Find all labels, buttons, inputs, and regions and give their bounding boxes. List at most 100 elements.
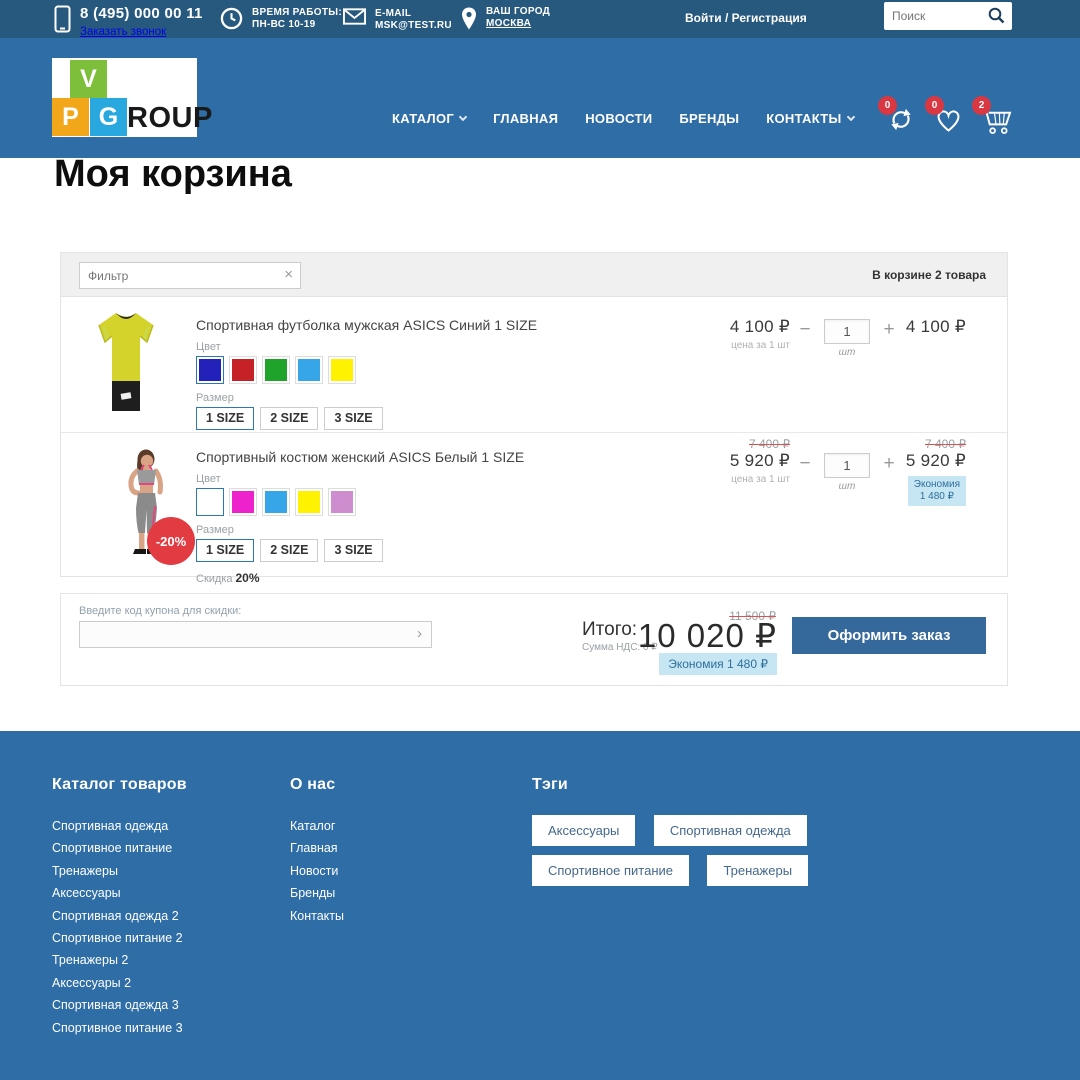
footer-link[interactable]: Тренажеры 2 (52, 949, 187, 971)
hours-value: ПН-ВС 10-19 (252, 19, 342, 31)
size-options: 1 SIZE 2 SIZE 3 SIZE (196, 407, 537, 430)
envelope-icon (343, 8, 366, 25)
color-swatch[interactable] (328, 356, 356, 384)
color-swatch[interactable] (328, 488, 356, 516)
product-title[interactable]: Спортивная футболка мужская ASICS Синий … (196, 317, 537, 333)
logo-block-v: V (70, 60, 107, 98)
size-option[interactable]: 2 SIZE (260, 539, 318, 562)
size-option[interactable]: 1 SIZE (196, 539, 254, 562)
qty-increase-button[interactable]: + (874, 453, 904, 475)
clear-filter-icon[interactable]: × (284, 266, 293, 283)
email-link[interactable]: MSK@TEST.RU (375, 20, 452, 31)
row-total-price: 5 920 ₽ (904, 451, 966, 471)
cart-item-row: -20% Спортивный костюм женский ASICS Бел… (61, 433, 1007, 576)
main-nav: КАТАЛОГ ГЛАВНАЯ НОВОСТИ БРЕНДЫ КОНТАКТЫ (392, 111, 854, 126)
footer-link[interactable]: Тренажеры (52, 860, 187, 882)
qty-decrease-button[interactable]: − (790, 319, 820, 341)
coupon-input[interactable] (88, 622, 413, 647)
color-swatch[interactable] (262, 488, 290, 516)
cart-button[interactable]: 2 (980, 96, 1014, 134)
checkout-button[interactable]: Оформить заказ (792, 617, 986, 654)
topbar: 8 (495) 000 00 11 Заказать звонок ВРЕМЯ … (0, 0, 1080, 38)
compare-button[interactable]: 0 (886, 96, 920, 134)
footer: Каталог товаров Спортивная одежда Спорти… (0, 731, 1080, 1080)
color-swatch[interactable] (295, 356, 323, 384)
logo-block-p: P (52, 98, 89, 136)
economy-badge: Экономия1 480 ₽ (908, 476, 966, 506)
footer-link[interactable]: Аксессуары (52, 882, 187, 904)
nav-news[interactable]: НОВОСТИ (585, 111, 652, 126)
wishlist-button[interactable]: 0 (933, 96, 967, 134)
footer-link[interactable]: Каталог (290, 815, 344, 837)
color-label: Цвет (196, 473, 524, 485)
qty-input[interactable] (824, 319, 870, 344)
size-option[interactable]: 3 SIZE (324, 539, 382, 562)
qty-unit-label: шт (820, 347, 874, 358)
tag-chip[interactable]: Спортивное питание (532, 855, 689, 886)
footer-link[interactable]: Главная (290, 837, 344, 859)
color-swatch[interactable] (229, 356, 257, 384)
footer-link[interactable]: Спортивное питание 2 (52, 927, 187, 949)
product-info: Спортивный костюм женский ASICS Белый 1 … (196, 449, 524, 585)
mobile-phone-icon (54, 5, 71, 33)
product-photo-tshirt[interactable] (91, 309, 161, 419)
work-hours-block: ВРЕМЯ РАБОТЫ: ПН-ВС 10-19 (220, 7, 342, 31)
tag-chip[interactable]: Тренажеры (707, 855, 808, 886)
nav-brands[interactable]: БРЕНДЫ (679, 111, 739, 126)
logo[interactable]: V P G ROUP (52, 58, 197, 137)
callback-link[interactable]: Заказать звонок (80, 26, 166, 38)
email-label: E-MAIL (375, 8, 452, 20)
compare-count-badge: 0 (878, 96, 897, 115)
page: 8 (495) 000 00 11 Заказать звонок ВРЕМЯ … (0, 0, 1080, 1080)
qty-decrease-button[interactable]: − (790, 453, 820, 475)
qty-input[interactable] (824, 453, 870, 478)
size-option[interactable]: 2 SIZE (260, 407, 318, 430)
color-swatch[interactable] (295, 488, 323, 516)
hours-label: ВРЕМЯ РАБОТЫ: (252, 7, 342, 19)
size-option[interactable]: 3 SIZE (324, 407, 382, 430)
logo-text: ROUP (127, 102, 213, 135)
color-swatch[interactable] (196, 488, 224, 516)
footer-link[interactable]: Контакты (290, 905, 344, 927)
size-options: 1 SIZE 2 SIZE 3 SIZE (196, 539, 524, 562)
footer-link[interactable]: Спортивная одежда 3 (52, 994, 187, 1016)
product-title[interactable]: Спортивный костюм женский ASICS Белый 1 … (196, 449, 524, 465)
nav-catalog[interactable]: КАТАЛОГ (392, 111, 466, 126)
tag-chip[interactable]: Аксессуары (532, 815, 635, 846)
nav-contacts[interactable]: КОНТАКТЫ (766, 111, 853, 126)
cart-items-count: В корзине 2 товара (872, 268, 986, 282)
cart-panel-header: × В корзине 2 товара (61, 253, 1007, 297)
color-swatch[interactable] (262, 356, 290, 384)
coupon-field: › (79, 621, 432, 648)
color-swatch[interactable] (196, 356, 224, 384)
cart-item-row: Спортивная футболка мужская ASICS Синий … (61, 297, 1007, 433)
footer-link[interactable]: Бренды (290, 882, 344, 904)
page-title: Моя корзина (54, 153, 292, 196)
qty-increase-button[interactable]: + (874, 319, 904, 341)
color-swatch[interactable] (229, 488, 257, 516)
login-register-link[interactable]: Войти / Регистрация (685, 11, 807, 25)
footer-link[interactable]: Спортивная одежда 2 (52, 905, 187, 927)
location-pin-icon (461, 6, 477, 31)
product-info: Спортивная футболка мужская ASICS Синий … (196, 317, 537, 430)
footer-link[interactable]: Новости (290, 860, 344, 882)
chevron-down-icon (846, 113, 854, 121)
size-option[interactable]: 1 SIZE (196, 407, 254, 430)
cart-count-badge: 2 (972, 96, 991, 115)
logo-block-g: G (90, 98, 127, 136)
tag-list: Аксессуары Спортивная одежда Спортивное … (532, 815, 972, 895)
footer-link[interactable]: Спортивное питание 3 (52, 1017, 187, 1039)
city-link[interactable]: МОСКВА (486, 18, 531, 29)
filter-input[interactable] (88, 263, 273, 288)
color-swatches (196, 488, 524, 516)
discount-label: Скидка (196, 573, 233, 585)
footer-link[interactable]: Спортивная одежда (52, 815, 187, 837)
tag-chip[interactable]: Спортивная одежда (654, 815, 807, 846)
color-label: Цвет (196, 341, 537, 353)
search-icon[interactable] (988, 7, 1005, 24)
footer-link[interactable]: Аксессуары 2 (52, 972, 187, 994)
search-input[interactable] (892, 2, 984, 30)
nav-home[interactable]: ГЛАВНАЯ (493, 111, 558, 126)
footer-link[interactable]: Спортивное питание (52, 837, 187, 859)
apply-coupon-icon[interactable]: › (417, 625, 422, 642)
